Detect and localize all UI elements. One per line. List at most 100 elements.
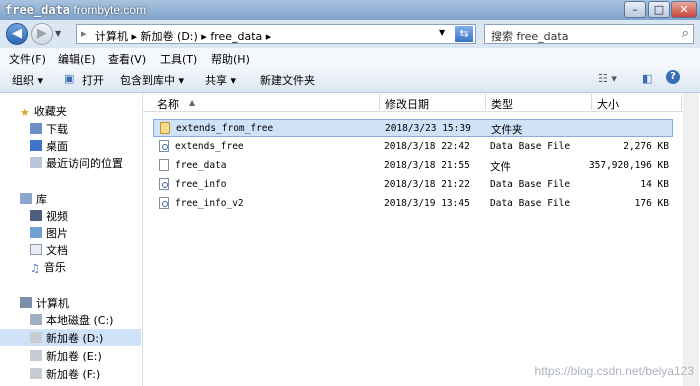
- open-button[interactable]: 打开: [82, 72, 104, 88]
- file-row[interactable]: free_info 2018/3/18 21:22 Data Base File…: [153, 176, 673, 194]
- library-icon: [20, 193, 32, 204]
- database-file-icon: [159, 140, 169, 152]
- breadcrumb-computer[interactable]: 计算机: [95, 30, 128, 43]
- file-list: 名称 ▲ 修改日期 类型 大小 extends_from_free 2018/3…: [143, 93, 700, 386]
- open-icon: ▣: [64, 72, 75, 85]
- file-size: 14 KB: [640, 179, 669, 190]
- column-header-size[interactable]: 大小: [597, 96, 619, 112]
- file-type: 文件: [490, 161, 511, 173]
- desktop-icon: [30, 140, 42, 151]
- view-options-icon[interactable]: ☷ ▾: [598, 72, 617, 85]
- menu-help[interactable]: 帮助(H): [211, 51, 250, 67]
- menu-file[interactable]: 文件(F): [9, 51, 46, 67]
- window-title: free_data frombyte.com: [5, 3, 146, 17]
- search-icon[interactable]: ⌕: [682, 26, 689, 41]
- close-icon: ✕: [679, 3, 689, 16]
- menu-tools[interactable]: 工具(T): [160, 51, 197, 67]
- nav-item-videos[interactable]: 视频: [30, 208, 68, 224]
- file-name: free_data: [175, 160, 227, 171]
- nav-item-label: 下载: [46, 123, 68, 136]
- address-bar[interactable]: ▸ 计算机 ▸ 新加卷 (D:) ▸ free_data ▸ ▼ ⇆: [76, 24, 476, 44]
- music-icon: ♫: [30, 262, 40, 275]
- column-divider[interactable]: [379, 94, 380, 110]
- column-header-type[interactable]: 类型: [491, 96, 513, 112]
- help-icon[interactable]: ?: [666, 70, 680, 84]
- nav-item-recent[interactable]: 最近访问的位置: [30, 155, 123, 171]
- new-folder-button[interactable]: 新建文件夹: [260, 72, 315, 88]
- navigation-pane: ★ 收藏夹 下载 桌面 最近访问的位置 库 视频 图片 文档 ♫ 音乐 计算机 本地…: [0, 93, 143, 386]
- column-divider[interactable]: [681, 94, 682, 110]
- maximize-button[interactable]: □: [648, 1, 670, 18]
- forward-button[interactable]: ▶: [31, 23, 53, 45]
- menu-bar: 文件(F) 编辑(E) 查看(V) 工具(T) 帮助(H): [0, 48, 700, 66]
- nav-item-desktop[interactable]: 桌面: [30, 138, 68, 154]
- file-row[interactable]: free_info_v2 2018/3/19 13:45 Data Base F…: [153, 195, 673, 213]
- vertical-scrollbar[interactable]: [683, 93, 699, 386]
- include-library-button[interactable]: 包含到库中 ▾: [120, 72, 184, 88]
- address-dropdown-icon[interactable]: ▼: [439, 28, 445, 37]
- breadcrumb-drive[interactable]: 新加卷 (D:): [141, 30, 198, 43]
- window-title-folder: free_data: [5, 3, 71, 17]
- drive-icon: [30, 332, 42, 343]
- column-divider[interactable]: [485, 94, 486, 110]
- back-arrow-icon: ◀: [12, 26, 22, 41]
- back-button[interactable]: ◀: [6, 23, 28, 45]
- breadcrumb-separator-icon: ▸: [201, 30, 211, 43]
- computer-icon: [20, 297, 32, 308]
- nav-item-label: 桌面: [46, 140, 68, 153]
- file-row[interactable]: extends_free 2018/3/18 22:42 Data Base F…: [153, 138, 673, 156]
- nav-item-label: 新加卷 (F:): [46, 368, 101, 381]
- minimize-button[interactable]: –: [624, 1, 646, 18]
- breadcrumb: 计算机 ▸ 新加卷 (D:) ▸ free_data ▸: [95, 28, 271, 44]
- refresh-icon[interactable]: ⇆: [455, 26, 473, 42]
- menu-view[interactable]: 查看(V): [108, 51, 146, 67]
- nav-item-downloads[interactable]: 下载: [30, 121, 68, 137]
- file-name: free_info: [175, 179, 227, 190]
- nav-item-label: 本地磁盘 (C:): [46, 314, 114, 327]
- close-button[interactable]: ✕: [671, 1, 697, 18]
- file-name: extends_from_free: [176, 123, 274, 134]
- nav-item-music[interactable]: ♫ 音乐: [30, 259, 66, 275]
- column-header-modified[interactable]: 修改日期: [385, 96, 429, 112]
- nav-computer-label: 计算机: [36, 297, 69, 310]
- organize-button[interactable]: 组织 ▾: [12, 72, 43, 88]
- column-header-row: 名称 ▲ 修改日期 类型 大小: [143, 93, 683, 112]
- title-bar: free_data frombyte.com – □ ✕: [0, 0, 700, 20]
- nav-libraries[interactable]: 库: [20, 191, 47, 207]
- command-bar: 组织 ▾ ▣ 打开 包含到库中 ▾ 共享 ▾ 新建文件夹 ☷ ▾ ◧ ?: [0, 66, 700, 93]
- nav-favorites[interactable]: ★ 收藏夹: [20, 103, 67, 119]
- nav-drive-d[interactable]: 新加卷 (D:): [30, 330, 103, 346]
- star-icon: ★: [20, 106, 30, 119]
- nav-item-pictures[interactable]: 图片: [30, 225, 68, 241]
- nav-item-label: 新加卷 (D:): [46, 332, 104, 345]
- nav-drive-e[interactable]: 新加卷 (E:): [30, 348, 102, 364]
- file-type: Data Base File: [490, 198, 571, 209]
- recent-places-icon: [30, 157, 42, 168]
- menu-edit[interactable]: 编辑(E): [58, 51, 96, 67]
- breadcrumb-folder[interactable]: free_data: [210, 30, 262, 43]
- file-size: 2,276 KB: [623, 141, 669, 152]
- file-modified: 2018/3/18 21:55: [384, 160, 470, 171]
- nav-favorites-label: 收藏夹: [33, 105, 67, 118]
- nav-computer[interactable]: 计算机: [20, 295, 69, 311]
- file-name: extends_free: [175, 141, 244, 152]
- search-input[interactable]: 搜索 free_data ⌕: [484, 24, 694, 44]
- minimize-icon: –: [632, 3, 638, 16]
- column-header-name[interactable]: 名称: [157, 96, 179, 112]
- column-divider[interactable]: [591, 94, 592, 110]
- nav-drive-c[interactable]: 本地磁盘 (C:): [30, 312, 113, 328]
- nav-item-documents[interactable]: 文档: [30, 242, 68, 258]
- breadcrumb-separator-icon: ▸: [131, 30, 141, 43]
- file-row[interactable]: free_data 2018/3/18 21:55 文件 357,920,196…: [153, 157, 673, 175]
- share-button[interactable]: 共享 ▾: [205, 72, 236, 88]
- nav-item-label: 文档: [46, 244, 68, 257]
- folder-icon: [160, 122, 170, 134]
- navigation-bar: ◀ ▶ ▼ ▸ 计算机 ▸ 新加卷 (D:) ▸ free_data ▸ ▼ ⇆…: [0, 20, 700, 48]
- recent-pages-dropdown[interactable]: ▼: [55, 29, 61, 38]
- preview-pane-icon[interactable]: ◧: [642, 72, 652, 85]
- downloads-icon: [30, 123, 42, 134]
- nav-drive-f[interactable]: 新加卷 (F:): [30, 366, 100, 382]
- forward-arrow-icon: ▶: [37, 26, 47, 41]
- file-row[interactable]: extends_from_free 2018/3/23 15:39 文件夹: [153, 119, 673, 137]
- file-modified: 2018/3/18 22:42: [384, 141, 470, 152]
